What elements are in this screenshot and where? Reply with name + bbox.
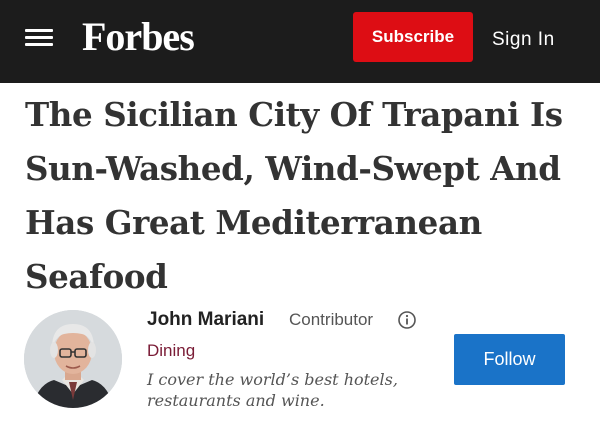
- forbes-logo[interactable]: Forbes: [82, 12, 195, 62]
- author-bio: I cover the world’s best hotels, restaur…: [147, 370, 398, 410]
- hamburger-menu-icon[interactable]: [25, 28, 53, 48]
- author-role: Contributor: [289, 310, 374, 329]
- subscribe-button[interactable]: Subscribe: [353, 12, 473, 62]
- article-headline: The Sicilian City Of Trapani Is Sun-Wash…: [25, 95, 563, 296]
- top-nav-bar: Forbes Subscribe Sign In: [0, 0, 600, 83]
- author-photo: [24, 310, 122, 408]
- author-avatar[interactable]: [24, 310, 122, 408]
- follow-button[interactable]: Follow: [454, 334, 565, 385]
- sign-in-link[interactable]: Sign In: [492, 28, 555, 52]
- author-name-link[interactable]: John Mariani: [147, 308, 264, 332]
- info-circle-icon[interactable]: [398, 311, 416, 329]
- section-link-dining[interactable]: Dining: [147, 340, 195, 362]
